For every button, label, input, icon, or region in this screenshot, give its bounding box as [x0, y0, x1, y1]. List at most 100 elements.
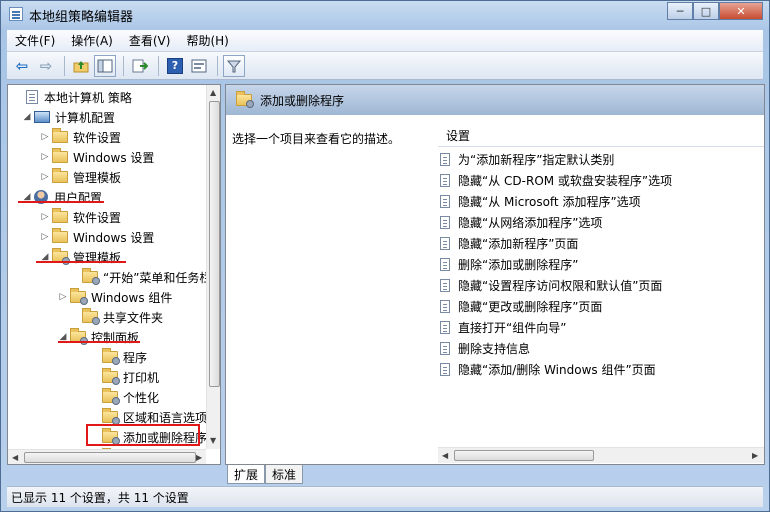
setting-label: 隐藏“添加/删除 Windows 组件”页面	[458, 363, 656, 377]
tree-item[interactable]: 本地计算机 策略	[12, 87, 132, 107]
menu-action[interactable]: 操作(A)	[63, 32, 121, 49]
tree-item[interactable]: 打印机	[88, 367, 159, 387]
tree-item-label: 软件设置	[73, 210, 122, 225]
setting-row[interactable]: 隐藏“添加新程序”页面	[440, 233, 578, 254]
column-header-settings[interactable]: 设置	[438, 125, 764, 147]
setting-row[interactable]: 隐藏“从 CD-ROM 或软盘安装程序”选项	[440, 170, 672, 191]
scroll-down-icon[interactable]: ▼	[210, 436, 216, 445]
tree-item-label: 计算机配置	[55, 110, 116, 125]
scroll-right-icon[interactable]: ▶	[196, 453, 202, 462]
tree-item[interactable]: ▷ 软件设置	[38, 207, 121, 227]
console-tree: 本地计算机 策略 ◢ 计算机配置 ▷ 软件设置 ▷ Windows 设置 ▷ 管理模板 ◢ 用户配置…	[8, 85, 206, 449]
setting-label: 直接打开“组件向导”	[458, 321, 567, 335]
maximize-button[interactable]: □	[693, 2, 719, 20]
setting-row[interactable]: 隐藏“从 Microsoft 添加程序”选项	[440, 191, 641, 212]
folder-icon	[82, 268, 100, 285]
details-hscroll-thumb[interactable]	[454, 450, 594, 461]
tree-item[interactable]: ▷ Windows 设置	[38, 147, 154, 167]
expander-icon[interactable]: ▷	[56, 292, 70, 302]
tree-item[interactable]: ▷ Windows 组件	[56, 287, 172, 307]
status-bar: 已显示 11 个设置，共 11 个设置	[7, 486, 763, 507]
forward-button[interactable]: ⇨	[35, 55, 57, 77]
toolbar-separator	[123, 55, 124, 76]
menu-view[interactable]: 查看(V)	[121, 32, 179, 49]
tree-item[interactable]: 个性化	[88, 387, 159, 407]
console-tree-icon	[97, 59, 113, 72]
tree-item[interactable]: ◢ 计算机配置	[20, 107, 115, 127]
folder-icon	[102, 408, 120, 425]
tree-item[interactable]: ◢ 管理模板	[38, 247, 121, 267]
setting-label: 隐藏“更改或删除程序”页面	[458, 300, 603, 314]
tree-item-label: 管理模板	[73, 170, 122, 185]
setting-row[interactable]: 删除支持信息	[440, 338, 530, 359]
expander-icon[interactable]: ▷	[38, 132, 52, 142]
tree-item[interactable]: ▷ Windows 设置	[38, 227, 154, 247]
export-icon	[132, 59, 148, 72]
menu-help[interactable]: 帮助(H)	[178, 32, 236, 49]
tree-item[interactable]: ▷ 管理模板	[38, 167, 121, 187]
main-window: 本地组策略编辑器 ─ □ ✕ 文件(F) 操作(A) 查看(V) 帮助(H) ⇦…	[0, 0, 770, 512]
scroll-up-icon[interactable]: ▲	[210, 88, 216, 97]
tree-item[interactable]: 程序	[88, 347, 147, 367]
tree-item-label: Windows 设置	[73, 150, 155, 165]
scroll-left-icon[interactable]: ◀	[442, 451, 448, 460]
tree-item[interactable]: 共享文件夹	[68, 307, 163, 327]
app-icon	[9, 7, 23, 21]
setting-row[interactable]: 为“添加新程序”指定默认类别	[440, 149, 614, 170]
policy-setting-icon	[440, 279, 450, 292]
folder-icon	[52, 228, 68, 243]
setting-row[interactable]: 删除“添加或删除程序”	[440, 254, 578, 275]
minimize-button[interactable]: ─	[667, 2, 693, 20]
tab-extended[interactable]: 扩展	[227, 465, 266, 484]
setting-label: 隐藏“从网络添加程序”选项	[458, 216, 603, 230]
console-tree-pane: 本地计算机 策略 ◢ 计算机配置 ▷ 软件设置 ▷ Windows 设置 ▷ 管理模板 ◢ 用户配置…	[7, 84, 221, 465]
policy-setting-icon	[440, 195, 450, 208]
title-bar: 本地组策略编辑器 ─ □ ✕	[1, 1, 769, 29]
tree-item-label: Windows 组件	[91, 290, 173, 305]
highlight-box	[86, 424, 200, 446]
details-header: 添加或删除程序	[226, 85, 764, 115]
policy-setting-icon	[440, 363, 450, 376]
tree-scroll-thumb[interactable]	[209, 101, 220, 387]
tab-standard[interactable]: 标准	[265, 465, 304, 484]
help-button[interactable]: ?	[164, 55, 186, 77]
setting-label: 删除“添加或删除程序”	[458, 258, 579, 272]
tree-item[interactable]: “开始”菜单和任务栏	[68, 267, 206, 287]
properties-icon	[191, 59, 207, 72]
up-level-button[interactable]	[70, 55, 92, 77]
tree-item[interactable]: ◢ 控制面板	[56, 327, 139, 347]
setting-row[interactable]: 隐藏“添加/删除 Windows 组件”页面	[440, 359, 656, 380]
export-list-button[interactable]	[129, 55, 151, 77]
policy-setting-icon	[440, 258, 450, 271]
tree-vertical-scrollbar[interactable]: ▲ ▼	[206, 85, 220, 449]
details-horizontal-scrollbar[interactable]: ◀ ▶	[438, 447, 764, 463]
tree-item[interactable]: ▷ 软件设置	[38, 127, 121, 147]
close-button[interactable]: ✕	[719, 2, 763, 20]
scroll-left-icon[interactable]: ◀	[12, 453, 18, 462]
setting-row[interactable]: 隐藏“从网络添加程序”选项	[440, 212, 602, 233]
scroll-right-icon[interactable]: ▶	[752, 451, 758, 460]
expander-icon[interactable]: ▷	[38, 172, 52, 182]
tree-item-label: 程序	[123, 350, 148, 365]
back-button[interactable]: ⇦	[11, 55, 33, 77]
expander-icon[interactable]: ▷	[38, 232, 52, 242]
folder-icon	[52, 208, 68, 223]
view-tabs: 扩展 标准	[227, 465, 304, 485]
policy-setting-icon	[440, 342, 450, 355]
setting-row[interactable]: 直接打开“组件向导”	[440, 317, 566, 338]
tree-item[interactable]: ◢ 用户配置	[20, 187, 102, 207]
setting-row[interactable]: 隐藏“设置程序访问权限和默认值”页面	[440, 275, 662, 296]
expander-icon[interactable]: ▷	[38, 152, 52, 162]
tree-horizontal-scrollbar[interactable]: ◀ ▶	[8, 449, 206, 464]
setting-row[interactable]: 隐藏“更改或删除程序”页面	[440, 296, 602, 317]
tree-item-label: 个性化	[123, 390, 160, 405]
highlight-underline	[18, 201, 104, 203]
show-hide-tree-button[interactable]	[94, 54, 116, 77]
filter-button[interactable]	[223, 54, 245, 77]
expander-icon[interactable]: ◢	[20, 112, 34, 122]
filter-icon	[226, 60, 242, 72]
properties-button[interactable]	[188, 55, 210, 77]
tree-hscroll-thumb[interactable]	[24, 452, 196, 463]
menu-file[interactable]: 文件(F)	[7, 32, 63, 49]
expander-icon[interactable]: ▷	[38, 212, 52, 222]
